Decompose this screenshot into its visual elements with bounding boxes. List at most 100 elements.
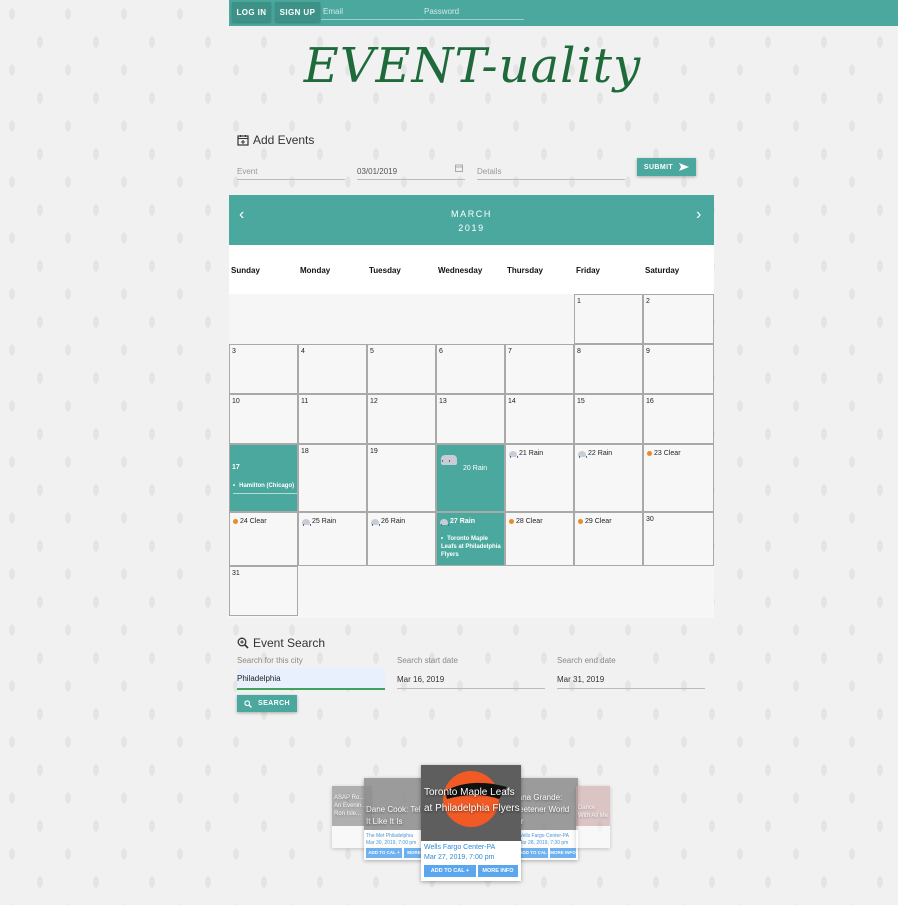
day-cell-3[interactable]: 3 xyxy=(229,344,298,394)
calendar-event-title: Toronto Maple Leafs at Philadelphia Flye… xyxy=(441,536,501,558)
day-name-wednesday: Wednesday xyxy=(436,245,505,294)
rain-icon xyxy=(578,450,587,458)
add-events-title: Add Events xyxy=(253,133,315,147)
calendar-event-title: Hamilton (Chicago) xyxy=(239,483,295,489)
carousel-card-far-right[interactable]: Dance With All Me xyxy=(576,786,610,848)
city-input[interactable] xyxy=(237,668,385,690)
day-number: 8 xyxy=(577,348,581,355)
day-number: 17 xyxy=(232,464,240,471)
day-number: 19 xyxy=(370,448,378,455)
carousel-card-left[interactable]: Dane Cook: Tell It Like It Is The Met Ph… xyxy=(364,778,424,860)
weather-text: Clear xyxy=(249,518,267,525)
calendar-plus-icon xyxy=(237,135,249,146)
day-number: 30 xyxy=(646,516,654,523)
next-month-icon[interactable]: › xyxy=(696,207,701,223)
start-date-input[interactable] xyxy=(397,670,545,689)
add-to-cal-button[interactable]: ADD TO CAL + xyxy=(518,848,548,858)
day-cell-21[interactable]: 21 Rain xyxy=(505,444,574,512)
rain-icon xyxy=(302,518,311,526)
weather-text: Rain xyxy=(472,465,488,472)
day-cell-15[interactable]: 15 xyxy=(574,394,643,444)
event-name-input[interactable] xyxy=(237,163,345,180)
day-cell-6[interactable]: 6 xyxy=(436,344,505,394)
weather-indicator: 24 Clear xyxy=(233,518,267,525)
date-picker-icon[interactable] xyxy=(455,164,463,172)
day-cell-12[interactable]: 12 xyxy=(367,394,436,444)
weather-text: Clear xyxy=(594,518,612,525)
weather-text: Rain xyxy=(528,450,544,457)
more-info-button[interactable]: MORE INFO xyxy=(550,848,576,858)
weather-indicator: 22 Rain xyxy=(578,450,612,458)
clear-icon xyxy=(233,519,238,524)
day-cell-23[interactable]: 23 Clear xyxy=(643,444,714,512)
event-details-input[interactable] xyxy=(477,163,625,180)
day-cell-14[interactable]: 14 xyxy=(505,394,574,444)
day-cell-13[interactable]: 13 xyxy=(436,394,505,444)
login-button[interactable]: LOG IN xyxy=(232,2,271,22)
calendar-event[interactable]: • Toronto Maple Leafs at Philadelphia Fly… xyxy=(441,535,501,559)
rain-icon xyxy=(441,455,457,465)
event-date-input[interactable] xyxy=(357,163,465,180)
day-number: 26 xyxy=(381,518,389,525)
add-to-cal-button[interactable]: ADD TO CAL + xyxy=(424,865,476,877)
search-button[interactable]: SEARCH xyxy=(237,695,297,712)
day-cell-22[interactable]: 22 Rain xyxy=(574,444,643,512)
weather-indicator: 25 Rain xyxy=(302,518,337,526)
weather-indicator: 20 Rain xyxy=(441,455,488,472)
submit-button[interactable]: SUBMIT xyxy=(637,158,696,176)
weather-indicator: 29 Clear xyxy=(578,518,612,525)
day-cell-20[interactable]: 20 Rain xyxy=(436,444,505,512)
day-cell-16[interactable]: 16 xyxy=(643,394,714,444)
day-number: 1 xyxy=(577,298,581,305)
city-label: Search for this city xyxy=(237,656,303,665)
more-info-button[interactable]: MORE INFO xyxy=(478,865,518,877)
rain-icon xyxy=(440,518,449,526)
day-cell-31[interactable]: 31 xyxy=(229,566,298,616)
day-cell-8[interactable]: 8 xyxy=(574,344,643,394)
day-cell-2[interactable]: 2 xyxy=(643,294,714,344)
password-input[interactable] xyxy=(422,3,524,20)
event-venue: The Met Philadelphia xyxy=(366,833,413,839)
day-number: 16 xyxy=(646,398,654,405)
day-cell-4[interactable]: 4 xyxy=(298,344,367,394)
rain-icon xyxy=(371,518,380,526)
day-cell-25[interactable]: 25 Rain xyxy=(298,512,367,566)
day-cell-11[interactable]: 11 xyxy=(298,394,367,444)
day-cell-7[interactable]: 7 xyxy=(505,344,574,394)
weather-text: Rain xyxy=(321,518,337,525)
day-cell-10[interactable]: 10 xyxy=(229,394,298,444)
day-cell-18[interactable]: 18 xyxy=(298,444,367,512)
send-icon xyxy=(679,163,690,171)
rain-icon xyxy=(509,450,518,458)
carousel-card-center[interactable]: Toronto Maple Leafs at Philadelphia Flye… xyxy=(421,765,521,881)
calendar-month: MARCH xyxy=(451,209,492,219)
day-cell-27[interactable]: 27 Rain • Toronto Maple Leafs at Philadelph… xyxy=(436,512,505,566)
add-events-heading: Add Events xyxy=(237,133,314,147)
event-title: Toronto Maple Leafs at Philadelphia Flye… xyxy=(424,787,520,814)
day-number: 9 xyxy=(646,348,650,355)
day-cell-26[interactable]: 26 Rain xyxy=(367,512,436,566)
day-cell-24[interactable]: 24 Clear xyxy=(229,512,298,566)
weather-indicator: 21 Rain xyxy=(509,450,544,458)
day-cell-28[interactable]: 28 Clear xyxy=(505,512,574,566)
day-name-tuesday: Tuesday xyxy=(367,245,436,294)
day-cell-1[interactable]: 1 xyxy=(574,294,643,344)
signup-button[interactable]: SIGN UP xyxy=(275,2,320,22)
email-input[interactable] xyxy=(321,3,423,20)
day-cell-19[interactable]: 19 xyxy=(367,444,436,512)
add-to-cal-button[interactable]: ADD TO CAL + xyxy=(366,848,402,858)
end-date-input[interactable] xyxy=(557,670,705,689)
day-cell-30[interactable]: 30 xyxy=(643,512,714,566)
day-number: 25 xyxy=(312,518,320,525)
calendar-event[interactable]: • Hamilton (Chicago) xyxy=(233,482,297,494)
day-cell-29[interactable]: 29 Clear xyxy=(574,512,643,566)
day-cell-9[interactable]: 9 xyxy=(643,344,714,394)
weather-text: Clear xyxy=(525,518,543,525)
day-cell-17[interactable]: 17 • Hamilton (Chicago) xyxy=(229,444,298,512)
weather-indicator: 26 Rain xyxy=(371,518,406,526)
end-date-label: Search end date xyxy=(557,656,616,665)
day-number: 14 xyxy=(508,398,516,405)
weather-text: Rain xyxy=(390,518,406,525)
day-cell-5[interactable]: 5 xyxy=(367,344,436,394)
day-name-saturday: Saturday xyxy=(643,245,714,294)
